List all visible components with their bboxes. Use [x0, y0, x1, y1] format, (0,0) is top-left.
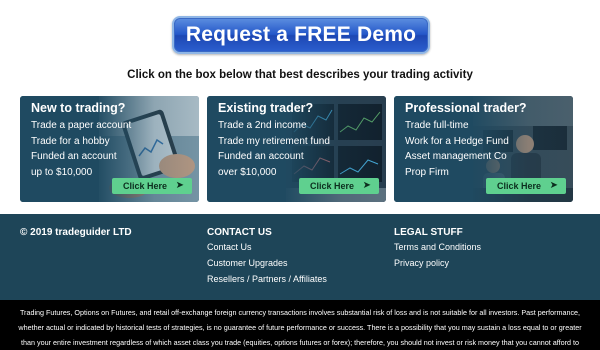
card-items: Trade full-time Work for a Hedge Fund As… [405, 118, 509, 180]
card-items: Trade a paper account Trade for a hobby … [31, 118, 131, 180]
list-item: Funded an account [218, 151, 304, 162]
click-here-button[interactable]: Click Here ➤ [299, 178, 379, 194]
contact-heading: CONTACT US [207, 227, 272, 238]
list-item: Work for a Hedge Fund [405, 135, 509, 147]
list-item: Trade a 2nd income [218, 120, 307, 131]
click-here-button[interactable]: Click Here ➤ [486, 178, 566, 194]
footer-link-terms[interactable]: Terms and Conditions [394, 242, 481, 252]
list-item: Trade for a hobby [31, 135, 110, 147]
footer-link-resellers[interactable]: Resellers / Partners / Affiliates [207, 274, 327, 284]
card-professional-trader[interactable]: Professional trader? Trade full-time Wor… [394, 96, 573, 202]
list-item: Trade full-time [405, 120, 469, 131]
disclaimer-text: Trading Futures, Options on Futures, and… [18, 308, 582, 347]
card-title: Professional trader? [405, 101, 527, 115]
card-title: Existing trader? [218, 101, 314, 115]
card-existing-trader[interactable]: Existing trader? Trade a 2nd income Trad… [207, 96, 386, 202]
hero-section: Request a FREE Demo Click on the box bel… [0, 0, 600, 92]
risk-disclaimer: Trading Futures, Options on Futures, and… [0, 300, 600, 350]
list-item: Funded an account [31, 151, 117, 162]
cta-label: Click Here [497, 181, 542, 191]
cta-label: Click Here [310, 181, 355, 191]
card-new-to-trading[interactable]: New to trading? Trade a paper account Tr… [20, 96, 199, 202]
subheading: Click on the box below that best describ… [127, 69, 473, 81]
click-here-button[interactable]: Click Here ➤ [112, 178, 192, 194]
legal-heading: LEGAL STUFF [394, 227, 463, 238]
arrow-right-icon: ➤ [362, 180, 371, 191]
footer-link-contact-us[interactable]: Contact Us [207, 242, 252, 252]
footer-link-privacy[interactable]: Privacy policy [394, 258, 449, 268]
site-footer: © 2019 tradeguider LTD CONTACT US Contac… [0, 214, 600, 300]
footer-link-customer-upgrades[interactable]: Customer Upgrades [207, 258, 288, 268]
copyright: © 2019 tradeguider LTD [20, 227, 132, 238]
card-title: New to trading? [31, 101, 126, 115]
request-demo-button[interactable]: Request a FREE Demo [172, 16, 430, 54]
cta-label: Click Here [123, 181, 168, 191]
list-item: Asset management Co [405, 151, 507, 162]
list-item: Trade my retirement fund [218, 135, 330, 147]
arrow-right-icon: ➤ [175, 180, 184, 191]
arrow-right-icon: ➤ [549, 180, 558, 191]
list-item: Trade a paper account [31, 120, 132, 131]
card-items: Trade a 2nd income Trade my retirement f… [218, 118, 330, 180]
